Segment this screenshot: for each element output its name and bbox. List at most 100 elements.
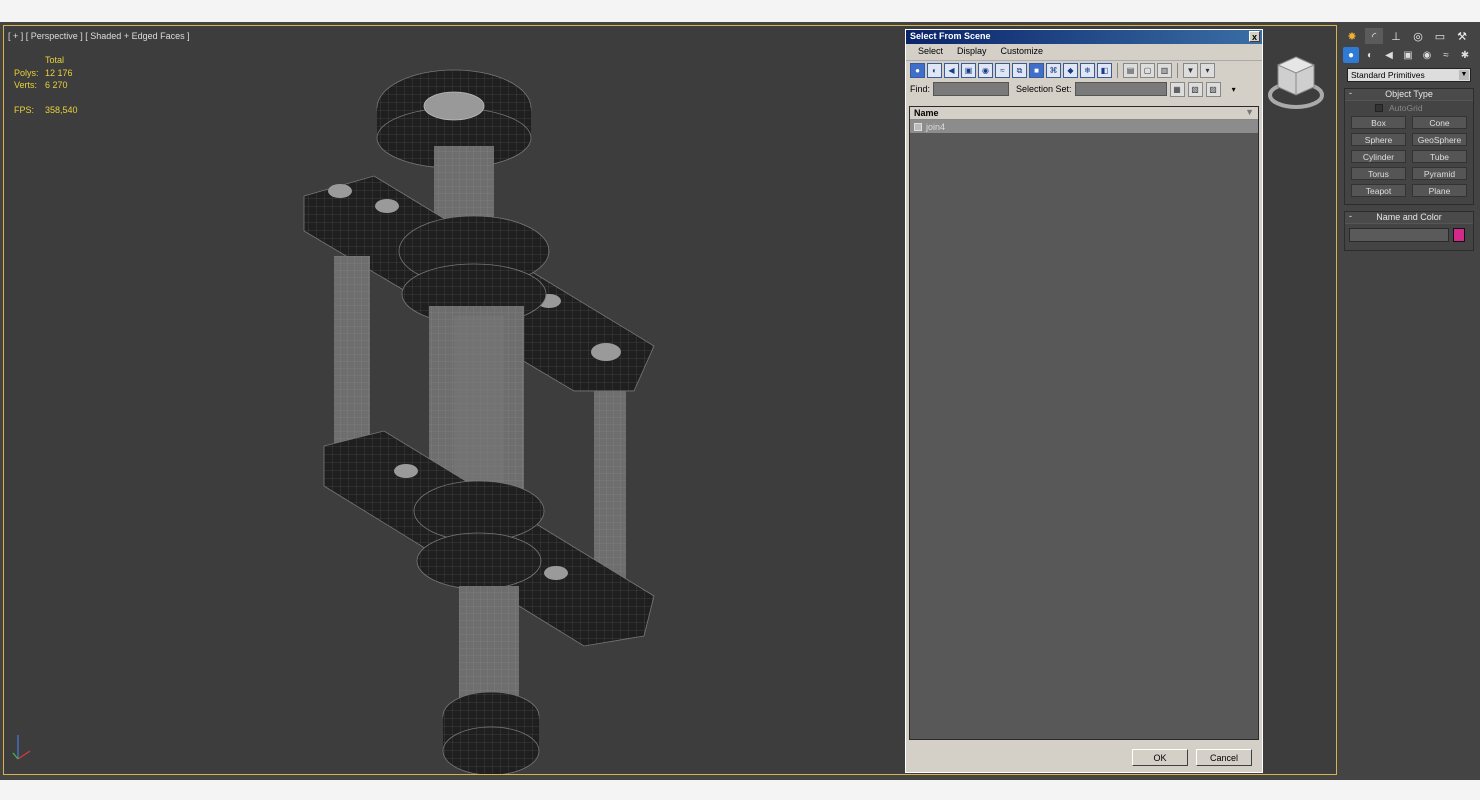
axis-tripod-icon: [12, 735, 31, 760]
toolbar-separator: [1117, 63, 1118, 78]
find-input[interactable]: [933, 82, 1010, 96]
lights-icon[interactable]: ◀: [1381, 47, 1397, 63]
selection-set-dropdown[interactable]: [1074, 82, 1167, 96]
space-warps-icon[interactable]: ≈: [1438, 47, 1454, 63]
pyramid-button[interactable]: Pyramid: [1412, 167, 1467, 180]
command-panel-tabs: ✸ ◜ ⊥ ◎ ▭ ⚒: [1341, 25, 1477, 45]
dialog-title: Select From Scene: [910, 31, 991, 41]
verts-label: Verts:: [14, 80, 38, 90]
collapse-icon[interactable]: -: [1349, 211, 1352, 221]
filter-icon[interactable]: ▼: [1183, 63, 1198, 78]
add-selection-set-icon[interactable]: ▧: [1187, 81, 1203, 97]
utilities-tab-icon[interactable]: ⚒: [1453, 28, 1471, 44]
command-panel: ✸ ◜ ⊥ ◎ ▭ ⚒ ● ◐ ◀ ▣ ◉ ≈ ✱ Standard Primi…: [1341, 25, 1477, 775]
cancel-button[interactable]: Cancel: [1196, 749, 1252, 766]
tube-button[interactable]: Tube: [1412, 150, 1467, 163]
find-label: Find:: [910, 84, 931, 94]
autogrid-option[interactable]: AutoGrid: [1345, 101, 1473, 113]
modify-tab-icon[interactable]: ◜: [1365, 28, 1383, 44]
name-column-header[interactable]: Name ▼: [910, 107, 1258, 120]
dialog-toolbar: ● ◐ ◀ ▣ ◉ ≈ ⧉ ■ ⌘ ◆ ❄ ◧ ▤ ▢ ▥ ▼ ▾: [906, 60, 1262, 80]
menu-select[interactable]: Select: [918, 46, 943, 58]
close-icon[interactable]: x: [1249, 31, 1260, 42]
autogrid-label: AutoGrid: [1389, 103, 1423, 113]
object-color-swatch[interactable]: [1453, 228, 1465, 242]
dialog-menubar: Select Display Customize: [906, 44, 1262, 60]
remove-selection-set-icon[interactable]: ▨: [1205, 81, 1221, 97]
cylinder-button[interactable]: Cylinder: [1351, 150, 1406, 163]
xrefs-filter-icon[interactable]: ■: [1029, 63, 1044, 78]
create-tab-icon[interactable]: ✸: [1343, 28, 1361, 44]
object-name-input[interactable]: [1349, 228, 1449, 242]
containers-filter-icon[interactable]: ◆: [1063, 63, 1078, 78]
column-filter-icon[interactable]: ▼: [1245, 107, 1254, 117]
primitive-type-dropdown[interactable]: Standard Primitives ▼: [1347, 68, 1471, 82]
find-bar: Find: Selection Set: ▦ ▧ ▨ ▾: [906, 80, 1262, 98]
selection-set-label: Selection Set:: [1016, 84, 1072, 94]
name-and-color-rollout: - Name and Color: [1344, 211, 1474, 251]
chevron-down-icon[interactable]: ▼: [1459, 70, 1469, 80]
name-and-color-header[interactable]: - Name and Color: [1345, 211, 1473, 224]
chevron-down-icon[interactable]: ▾: [1232, 85, 1236, 94]
fps-value: 358,540: [45, 104, 78, 115]
rollout-title: Name and Color: [1376, 212, 1442, 222]
groups-filter-icon[interactable]: ⧉: [1012, 63, 1027, 78]
viewport-label[interactable]: [ + ] [ Perspective ] [ Shaded + Edged F…: [8, 31, 190, 41]
primitive-buttons: Box Cone Sphere GeoSphere Cylinder Tube …: [1345, 113, 1473, 200]
motion-tab-icon[interactable]: ◎: [1409, 28, 1427, 44]
geometry-icon[interactable]: ●: [1343, 47, 1359, 63]
lights-filter-icon[interactable]: ◀: [944, 63, 959, 78]
verts-value: 6 270: [45, 80, 68, 90]
helpers-icon[interactable]: ◉: [1419, 47, 1435, 63]
stats-header: Total: [45, 55, 65, 65]
cone-button[interactable]: Cone: [1412, 116, 1467, 129]
cameras-icon[interactable]: ▣: [1400, 47, 1416, 63]
select-invert-icon[interactable]: ▥: [1157, 63, 1172, 78]
helpers-filter-icon[interactable]: ◉: [978, 63, 993, 78]
box-button[interactable]: Box: [1351, 116, 1406, 129]
polys-label: Polys:: [14, 67, 39, 78]
filter-options-icon[interactable]: ▾: [1200, 63, 1215, 78]
display-tab-icon[interactable]: ▭: [1431, 28, 1449, 44]
menu-customize[interactable]: Customize: [1001, 46, 1044, 58]
torus-button[interactable]: Torus: [1351, 167, 1406, 180]
hidden-filter-icon[interactable]: ◧: [1097, 63, 1112, 78]
list-item-label: join4: [926, 121, 946, 132]
menu-display[interactable]: Display: [957, 46, 987, 58]
object-type-header[interactable]: - Object Type: [1345, 88, 1473, 101]
space-warps-filter-icon[interactable]: ≈: [995, 63, 1010, 78]
list-item[interactable]: join4: [910, 120, 1258, 133]
hierarchy-tab-icon[interactable]: ⊥: [1387, 28, 1405, 44]
viewcube-icon[interactable]: [1266, 51, 1326, 113]
dialog-buttons: OK Cancel: [906, 749, 1262, 766]
geosphere-button[interactable]: GeoSphere: [1412, 133, 1467, 146]
frozen-filter-icon[interactable]: ❄: [1080, 63, 1095, 78]
select-none-icon[interactable]: ▢: [1140, 63, 1155, 78]
geometry-filter-icon[interactable]: ●: [910, 63, 925, 78]
dropdown-value: Standard Primitives: [1351, 70, 1425, 80]
bones-filter-icon[interactable]: ⌘: [1046, 63, 1061, 78]
ok-button[interactable]: OK: [1132, 749, 1188, 766]
shapes-icon[interactable]: ◐: [1362, 47, 1378, 63]
teapot-button[interactable]: Teapot: [1351, 184, 1406, 197]
shapes-filter-icon[interactable]: ◐: [927, 63, 942, 78]
systems-icon[interactable]: ✱: [1457, 47, 1473, 63]
bottom-strip: [0, 778, 1480, 780]
select-all-icon[interactable]: ▤: [1123, 63, 1138, 78]
name-column-label: Name: [914, 108, 939, 118]
dialog-title-bar[interactable]: Select From Scene x: [906, 30, 1262, 44]
edit-selection-set-icon[interactable]: ▦: [1169, 81, 1185, 97]
select-from-scene-dialog[interactable]: Select From Scene x Select Display Custo…: [905, 29, 1263, 773]
cameras-filter-icon[interactable]: ▣: [961, 63, 976, 78]
plane-button[interactable]: Plane: [1412, 184, 1467, 197]
scene-statistics: Total Polys: 12 176 Verts: 6 270 FPS: 358,5…: [14, 54, 78, 116]
scene-object-list[interactable]: Name ▼ join4: [909, 106, 1259, 740]
object-type-rollout: - Object Type AutoGrid Box Cone Sphere G…: [1344, 88, 1474, 205]
sphere-button[interactable]: Sphere: [1351, 133, 1406, 146]
collapse-icon[interactable]: -: [1349, 88, 1352, 98]
object-group-icon: [914, 122, 922, 131]
autogrid-checkbox[interactable]: [1375, 104, 1383, 112]
create-categories: ● ◐ ◀ ▣ ◉ ≈ ✱: [1341, 45, 1477, 65]
clamp-3d-model[interactable]: [284, 46, 684, 775]
name-color-row: [1345, 224, 1473, 246]
